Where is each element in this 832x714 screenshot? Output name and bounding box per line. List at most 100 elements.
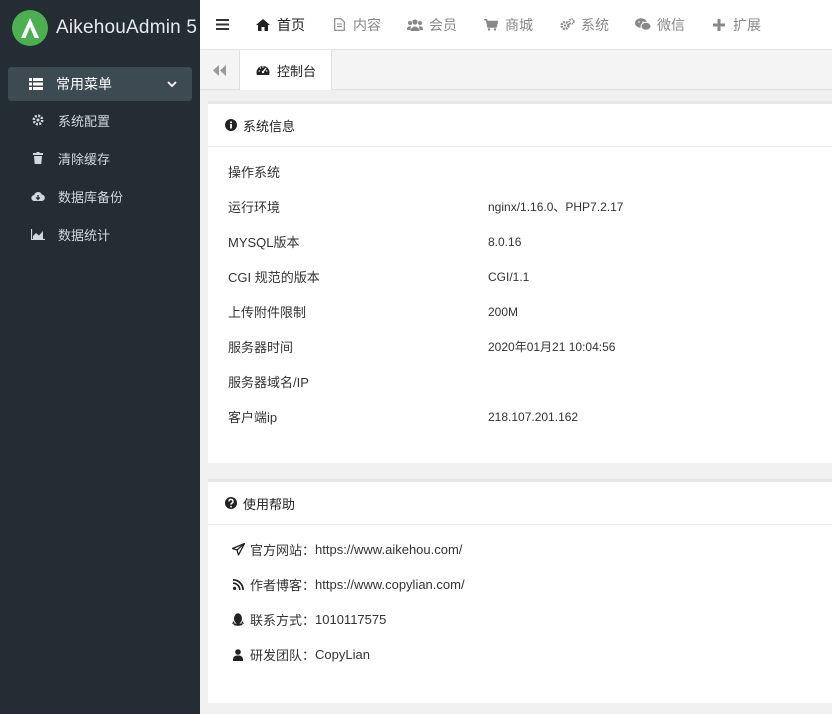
info-key: 服务器域名/IP: [228, 375, 309, 390]
sidebar-item-label: 系统配置: [58, 113, 111, 129]
chevron-down-icon: [164, 76, 180, 92]
users-icon: [407, 17, 423, 33]
info-key: 服务器时间: [228, 340, 294, 355]
info-key: 运行环境: [228, 200, 281, 215]
double-chevron-left-icon: [212, 62, 228, 78]
sidebar-group-common[interactable]: 常用菜单: [8, 67, 192, 101]
system-info-list: 操作系统 运行环境 nginx/1.16.0、PHP7.2.17 MYSQL版本 8…: [208, 147, 832, 434]
panel-title: 系统信息: [243, 118, 296, 134]
paper-plane-icon: [230, 542, 246, 558]
info-value: 200M: [488, 304, 519, 319]
qq-icon: [230, 612, 246, 628]
sidebar-item-label: 数据统计: [58, 227, 111, 243]
trash-icon: [30, 150, 46, 166]
nav-label: 会员: [429, 16, 457, 33]
info-circle-icon: [223, 117, 239, 133]
table-row: 运行环境 nginx/1.16.0、PHP7.2.17: [208, 189, 832, 224]
nav-members[interactable]: 会员: [396, 0, 472, 50]
sidebar-item-db-backup[interactable]: 数据库备份: [8, 177, 192, 215]
brand[interactable]: AikehouAdmin 5: [0, 0, 200, 56]
author-blog-link[interactable]: https://www.copylian.com/: [315, 577, 465, 592]
help-key: 研发团队：: [250, 648, 316, 663]
info-value: nginx/1.16.0、PHP7.2.17: [488, 200, 624, 214]
file-icon: [331, 17, 347, 33]
sidebar-item-clear-cache[interactable]: 清除缓存: [8, 139, 192, 177]
sidebar-toggle-button[interactable]: [200, 17, 244, 33]
question-circle-icon: [223, 495, 239, 511]
nav-label: 扩展: [733, 16, 761, 33]
sidebar-item-label: 清除缓存: [58, 151, 111, 167]
nav-label: 首页: [277, 16, 305, 33]
dashboard-icon: [255, 62, 271, 78]
brand-name: AikehouAdmin 5: [56, 17, 198, 38]
nav-home[interactable]: 首页: [244, 0, 320, 50]
gear-icon: [30, 112, 46, 128]
sidebar: AikehouAdmin 5 常用菜单 系统配置 清除缓存 数据库备份 数据统计: [0, 0, 200, 714]
home-icon: [255, 17, 271, 33]
panel-header: 使用帮助: [208, 482, 832, 525]
nav-label: 内容: [353, 16, 381, 33]
panel-header: 系统信息: [208, 104, 832, 147]
help-key: 联系方式：: [250, 613, 316, 628]
system-info-panel: 系统信息 操作系统 运行环境 nginx/1.16.0、PHP7.2.17 MYS…: [208, 101, 832, 463]
rss-icon: [230, 577, 246, 593]
help-list: 官方网站： https://www.aikehou.com/ 作者博客： htt…: [208, 525, 832, 672]
info-key: 上传附件限制: [228, 305, 307, 320]
sidebar-item-statistics[interactable]: 数据统计: [8, 215, 192, 253]
help-key: 作者博客：: [250, 578, 316, 593]
info-key: 客户端ip: [228, 410, 278, 425]
top-navbar: 首页 内容 会员 商城 系统 微信 扩展: [200, 0, 832, 50]
info-key: CGI 规范的版本: [228, 270, 320, 285]
cogs-icon: [559, 17, 575, 33]
tab-label: 控制台: [277, 63, 317, 79]
nav-label: 商城: [505, 16, 533, 33]
nav-label: 微信: [657, 16, 685, 33]
panel-title: 使用帮助: [243, 496, 296, 512]
list-item: 作者博客： https://www.copylian.com/: [208, 567, 832, 602]
sidebar-group-label: 常用菜单: [56, 76, 112, 92]
cloud-download-icon: [30, 188, 46, 204]
sidebar-menu: 常用菜单 系统配置 清除缓存 数据库备份 数据统计: [0, 67, 200, 253]
table-row: 服务器域名/IP: [208, 364, 832, 399]
help-panel: 使用帮助 官方网站： https://www.aikehou.com/ 作者博客…: [208, 479, 832, 703]
brand-logo-icon: [12, 10, 48, 46]
help-key: 官方网站：: [250, 543, 316, 558]
table-row: CGI 规范的版本 CGI/1.1: [208, 259, 832, 294]
table-row: 上传附件限制 200M: [208, 294, 832, 329]
info-value: 2020年01月21 10:04:56: [488, 340, 616, 354]
wechat-icon: [635, 17, 651, 33]
sidebar-item-system-config[interactable]: 系统配置: [8, 101, 192, 139]
area-chart-icon: [30, 226, 46, 242]
info-value: 8.0.16: [488, 234, 522, 249]
official-website-link[interactable]: https://www.aikehou.com/: [315, 542, 462, 557]
info-value: CGI/1.1: [488, 269, 530, 284]
nav-label: 系统: [581, 16, 609, 33]
tab-dashboard[interactable]: 控制台: [240, 50, 333, 90]
info-value: 218.107.201.162: [488, 409, 579, 424]
tab-bar: 控制台: [200, 50, 832, 90]
user-icon: [230, 647, 246, 663]
table-row: MYSQL版本 8.0.16: [208, 224, 832, 259]
main-content: 系统信息 操作系统 运行环境 nginx/1.16.0、PHP7.2.17 MYS…: [208, 90, 832, 714]
list-item: 官方网站： https://www.aikehou.com/: [208, 532, 832, 567]
nav-system[interactable]: 系统: [548, 0, 624, 50]
nav-content[interactable]: 内容: [320, 0, 396, 50]
contact-value: 1010117575: [315, 612, 387, 627]
info-key: 操作系统: [228, 165, 281, 180]
cart-icon: [483, 17, 499, 33]
nav-wechat[interactable]: 微信: [624, 0, 700, 50]
sidebar-item-label: 数据库备份: [58, 189, 124, 205]
list-icon: [28, 76, 44, 92]
team-value: CopyLian: [315, 647, 370, 662]
nav-extensions[interactable]: 扩展: [700, 0, 776, 50]
list-item: 联系方式： 1010117575: [208, 602, 832, 637]
nav-shop[interactable]: 商城: [472, 0, 548, 50]
table-row: 操作系统: [208, 154, 832, 189]
table-row: 客户端ip 218.107.201.162: [208, 399, 832, 434]
list-item: 研发团队： CopyLian: [208, 637, 832, 672]
plus-icon: [711, 17, 727, 33]
tab-scroll-left-button[interactable]: [200, 50, 240, 90]
table-row: 服务器时间 2020年01月21 10:04:56: [208, 329, 832, 364]
hamburger-icon: [214, 17, 230, 33]
info-key: MYSQL版本: [228, 235, 300, 250]
